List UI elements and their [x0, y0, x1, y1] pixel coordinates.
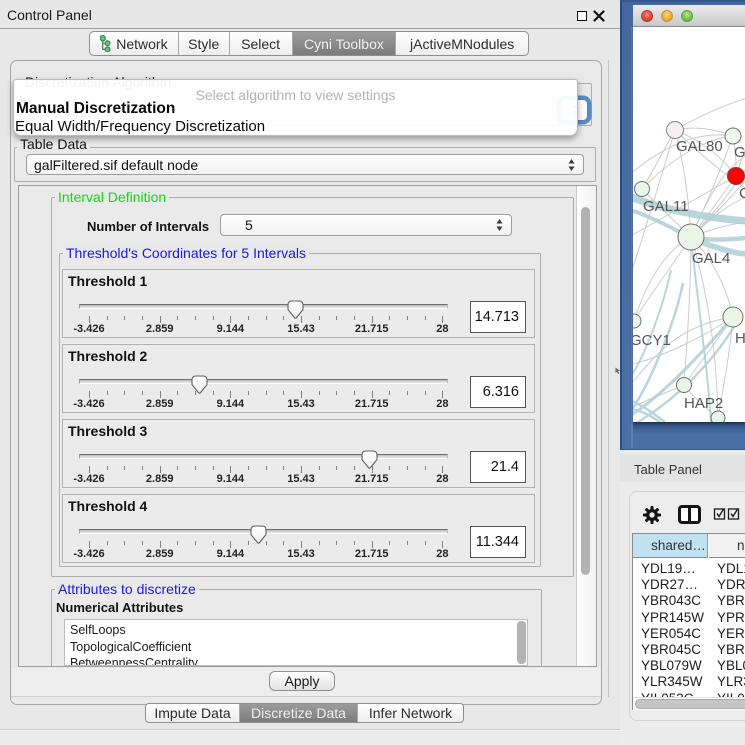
svg-text:GA: GA	[734, 144, 745, 161]
svg-text:GAL4: GAL4	[692, 250, 730, 267]
svg-text:C: C	[739, 185, 745, 202]
svg-text:HAP2: HAP2	[684, 395, 723, 412]
svg-text:GAL11: GAL11	[643, 198, 689, 215]
svg-text:GAL80: GAL80	[676, 138, 723, 155]
svg-text:HA: HA	[735, 330, 745, 347]
svg-text:GCY1: GCY1	[633, 332, 671, 349]
